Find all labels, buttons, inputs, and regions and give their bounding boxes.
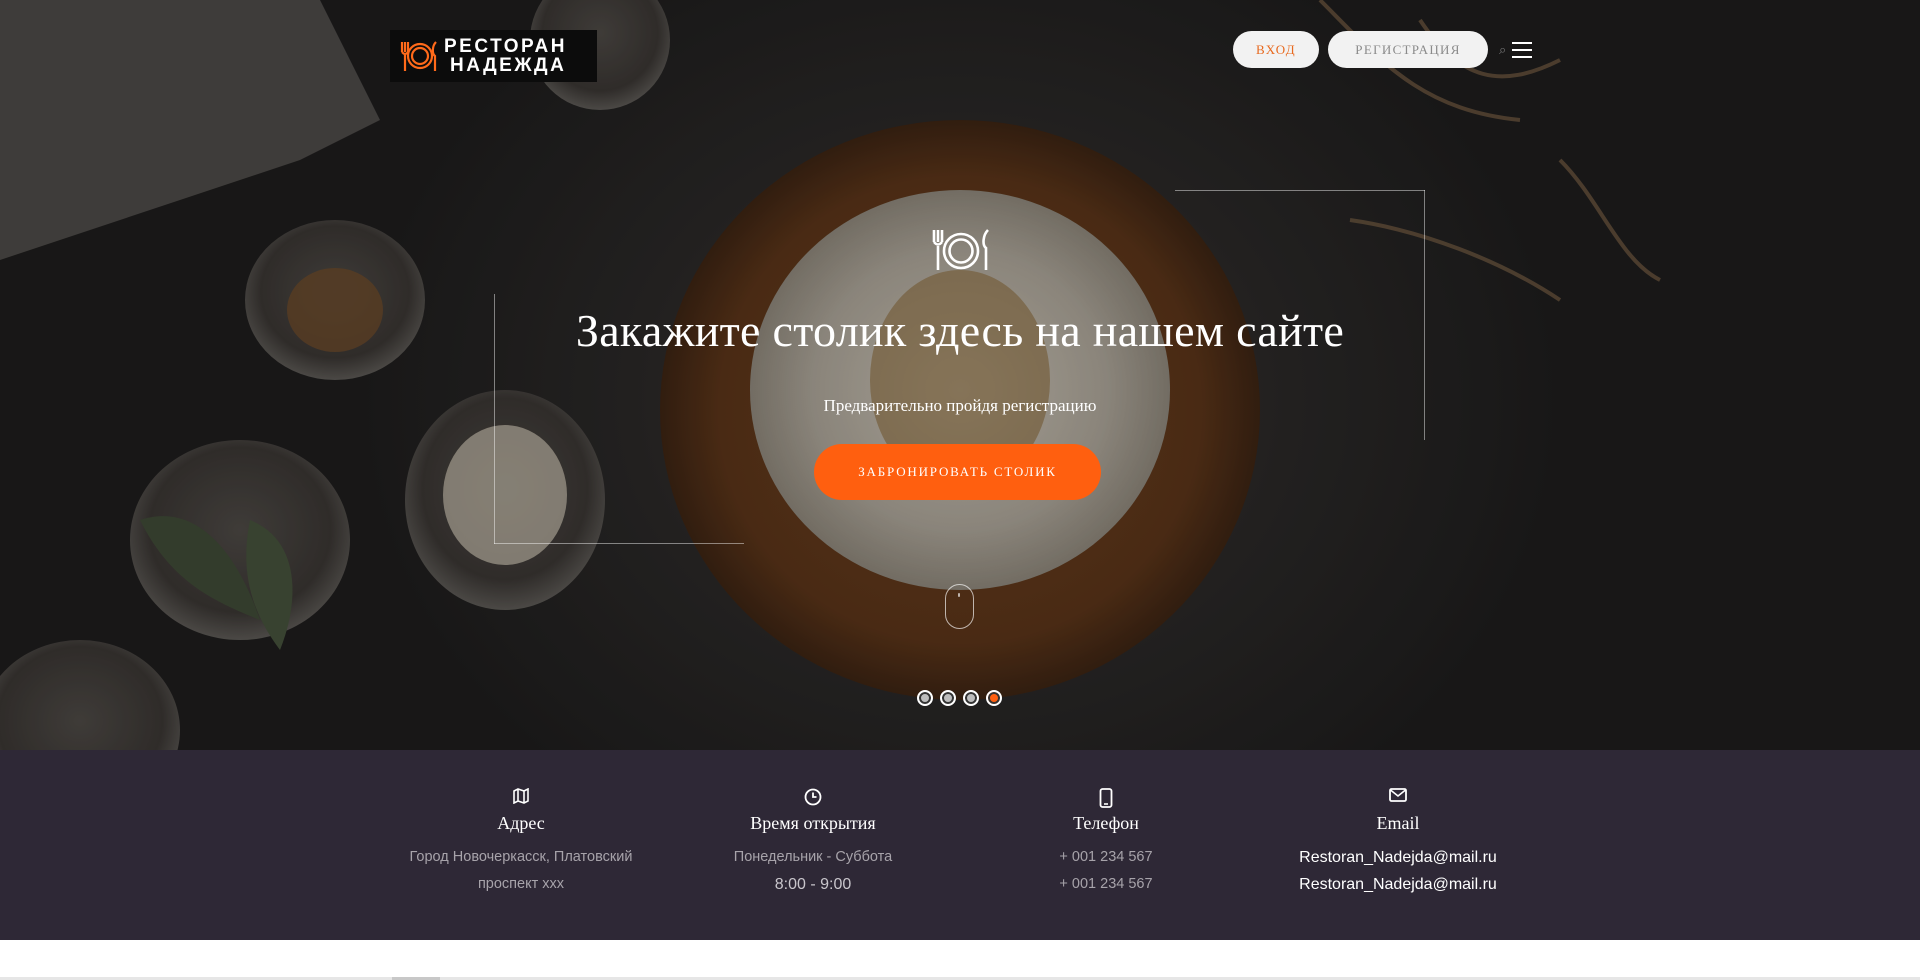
info-line: Понедельник - Суббота <box>733 849 893 865</box>
info-title: Время открытия <box>750 813 876 833</box>
logo-text: РЕСТОРАН НАДЕЖДА <box>444 37 567 75</box>
frame-line <box>1175 190 1425 191</box>
slider-dot-2[interactable] <box>940 690 956 706</box>
clock-icon <box>653 788 973 808</box>
page-bottom-strip <box>0 940 1920 980</box>
login-button[interactable]: ВХОД <box>1233 31 1319 68</box>
info-title: Адрес <box>497 813 545 833</box>
register-button[interactable]: РЕГИСТРАЦИЯ <box>1328 31 1488 68</box>
top-nav: ВХОД РЕГИСТРАЦИЯ ⌕ <box>1233 31 1532 68</box>
info-column-email: Email Restoran_Nadejda@mail.ru Restoran_… <box>1238 750 1558 898</box>
hero-subtitle: Предварительно пройдя регистрацию <box>823 396 1097 415</box>
cutlery-plate-icon <box>396 36 442 76</box>
info-line: 8:00 - 9:00 <box>774 876 852 893</box>
mouse-scroll-icon[interactable] <box>945 584 974 629</box>
map-icon <box>361 788 681 808</box>
hamburger-menu-icon[interactable] <box>1512 41 1532 58</box>
info-bar: Адрес Город Новочеркасск, Платовский про… <box>0 750 1920 940</box>
slider-dot-3[interactable] <box>963 690 979 706</box>
slider-dot-4[interactable] <box>986 690 1002 706</box>
info-title: Телефон <box>1073 813 1139 833</box>
cutlery-plate-icon <box>932 229 989 270</box>
search-icon[interactable]: ⌕ <box>1499 42 1509 58</box>
logo[interactable]: РЕСТОРАН НАДЕЖДА <box>390 30 597 82</box>
info-line: Город Новочеркасск, Платовский <box>409 849 633 865</box>
info-column-hours: Время открытия Понедельник - Суббота 8:0… <box>653 750 973 898</box>
logo-line-2: НАДЕЖДА <box>450 55 567 76</box>
info-line: + 001 234 567 <box>1059 849 1153 865</box>
hero-overlay <box>0 0 1920 750</box>
phone-icon <box>946 788 1266 808</box>
book-table-button[interactable]: ЗАБРОНИРОВАТЬ СТОЛИК <box>814 444 1101 500</box>
info-line: + 001 234 567 <box>1059 876 1153 892</box>
frame-line <box>494 543 744 544</box>
info-column-address: Адрес Город Новочеркасск, Платовский про… <box>361 750 681 898</box>
mail-icon <box>1238 788 1558 808</box>
info-line: проспект ххх <box>477 876 565 892</box>
hero-section: РЕСТОРАН НАДЕЖДА ВХОД РЕГИСТРАЦИЯ ⌕ Зака… <box>0 0 1920 750</box>
info-title: Email <box>1376 813 1420 833</box>
logo-line-1: РЕСТОРАН <box>444 36 567 57</box>
email-link[interactable]: Restoran_Nadejda@mail.ru <box>1238 844 1558 871</box>
hero-title: Закажите столик здесь на нашем сайте <box>575 305 1345 356</box>
email-link[interactable]: Restoran_Nadejda@mail.ru <box>1238 871 1558 898</box>
info-column-phone: Телефон + 001 234 567 + 001 234 567 <box>946 750 1266 898</box>
slider-dots <box>917 690 1002 706</box>
slider-dot-1[interactable] <box>917 690 933 706</box>
